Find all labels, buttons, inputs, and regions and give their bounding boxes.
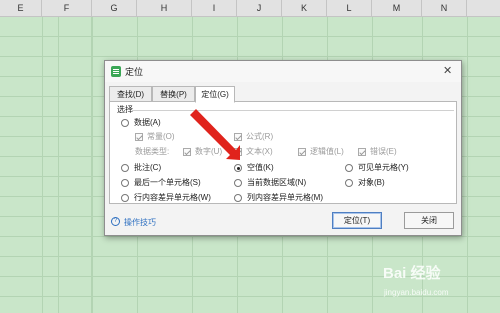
grid-line <box>42 17 43 313</box>
option-number-label: 数字(U) <box>195 147 223 156</box>
option-objects-label: 对象(B) <box>358 178 385 187</box>
radio-last-cell[interactable] <box>121 179 129 187</box>
option-constant-label: 常量(O) <box>147 132 175 141</box>
column-header-e[interactable]: E <box>0 0 42 17</box>
column-header-l[interactable]: L <box>327 0 372 17</box>
checkbox-logical[interactable] <box>298 148 306 156</box>
checkbox-error[interactable] <box>358 148 366 156</box>
option-last-cell-label: 最后一个单元格(S) <box>134 178 201 187</box>
radio-current-region[interactable] <box>234 179 242 187</box>
radio-comment[interactable] <box>121 164 129 172</box>
option-data-label: 数据(A) <box>134 118 161 127</box>
dialog-title: 定位 <box>125 67 144 77</box>
locate-button[interactable]: 定位(T) <box>332 212 382 229</box>
option-error-label: 错误(E) <box>370 147 397 156</box>
option-logical-label: 逻辑值(L) <box>310 147 344 156</box>
checkbox-text[interactable] <box>234 148 242 156</box>
column-header-i[interactable]: I <box>192 0 237 17</box>
tips-icon[interactable]: ? <box>111 217 120 226</box>
group-divider <box>132 110 454 111</box>
option-comment-label: 批注(C) <box>134 163 162 172</box>
option-current-region-label: 当前数据区域(N) <box>247 178 307 187</box>
radio-column-differences[interactable] <box>234 194 242 202</box>
dialog-titlebar[interactable]: 定位 ✕ <box>105 61 461 82</box>
option-visible-cells-label: 可见单元格(Y) <box>358 163 409 172</box>
column-header-f[interactable]: F <box>42 0 92 17</box>
option-blank-label: 空值(K) <box>247 163 274 172</box>
tab-find[interactable]: 查找(D) <box>109 86 152 102</box>
watermark-url: jingyan.baidu.com <box>384 288 449 297</box>
watermark-logo: Bai 经验 <box>383 265 441 282</box>
radio-data[interactable] <box>121 119 129 127</box>
group-label-select: 选择 <box>117 105 133 114</box>
option-column-differences-label: 列内容差异单元格(M) <box>247 193 323 202</box>
column-header-j[interactable]: J <box>237 0 282 17</box>
column-header-h[interactable]: H <box>137 0 192 17</box>
tab-goto[interactable]: 定位(G) <box>195 86 235 103</box>
checkbox-constant[interactable] <box>135 133 143 141</box>
data-type-label: 数据类型: <box>135 147 170 156</box>
column-header-row: E F G H I J K L M N <box>0 0 500 17</box>
radio-row-differences[interactable] <box>121 194 129 202</box>
column-header-k[interactable]: K <box>282 0 327 17</box>
option-formula-label: 公式(R) <box>246 132 274 141</box>
option-row-differences-label: 行内容差异单元格(W) <box>134 193 211 202</box>
grid-line <box>92 17 93 313</box>
option-text-label: 文本(X) <box>246 147 273 156</box>
close-icon[interactable]: ✕ <box>443 64 452 77</box>
grid-line <box>467 17 468 313</box>
column-header-m[interactable]: M <box>372 0 422 17</box>
goto-options-panel: 选择 数据(A) 常量(O) 公式(R) 数据类型: 数字(U) 文本(X) 逻… <box>109 101 457 204</box>
radio-blank[interactable] <box>234 164 242 172</box>
checkbox-number[interactable] <box>183 148 191 156</box>
close-button[interactable]: 关闭 <box>404 212 454 229</box>
tips-link[interactable]: 操作技巧 <box>124 217 156 228</box>
goto-dialog: 定位 ✕ 查找(D) 替换(P) 定位(G) 选择 数据(A) 常量(O) 公式… <box>104 60 462 236</box>
radio-visible-cells[interactable] <box>345 164 353 172</box>
column-header-g[interactable]: G <box>92 0 137 17</box>
spreadsheet-app-icon <box>111 66 121 77</box>
radio-objects[interactable] <box>345 179 353 187</box>
checkbox-formula[interactable] <box>234 133 242 141</box>
tab-replace[interactable]: 替换(P) <box>152 86 195 102</box>
column-header-n[interactable]: N <box>422 0 467 17</box>
